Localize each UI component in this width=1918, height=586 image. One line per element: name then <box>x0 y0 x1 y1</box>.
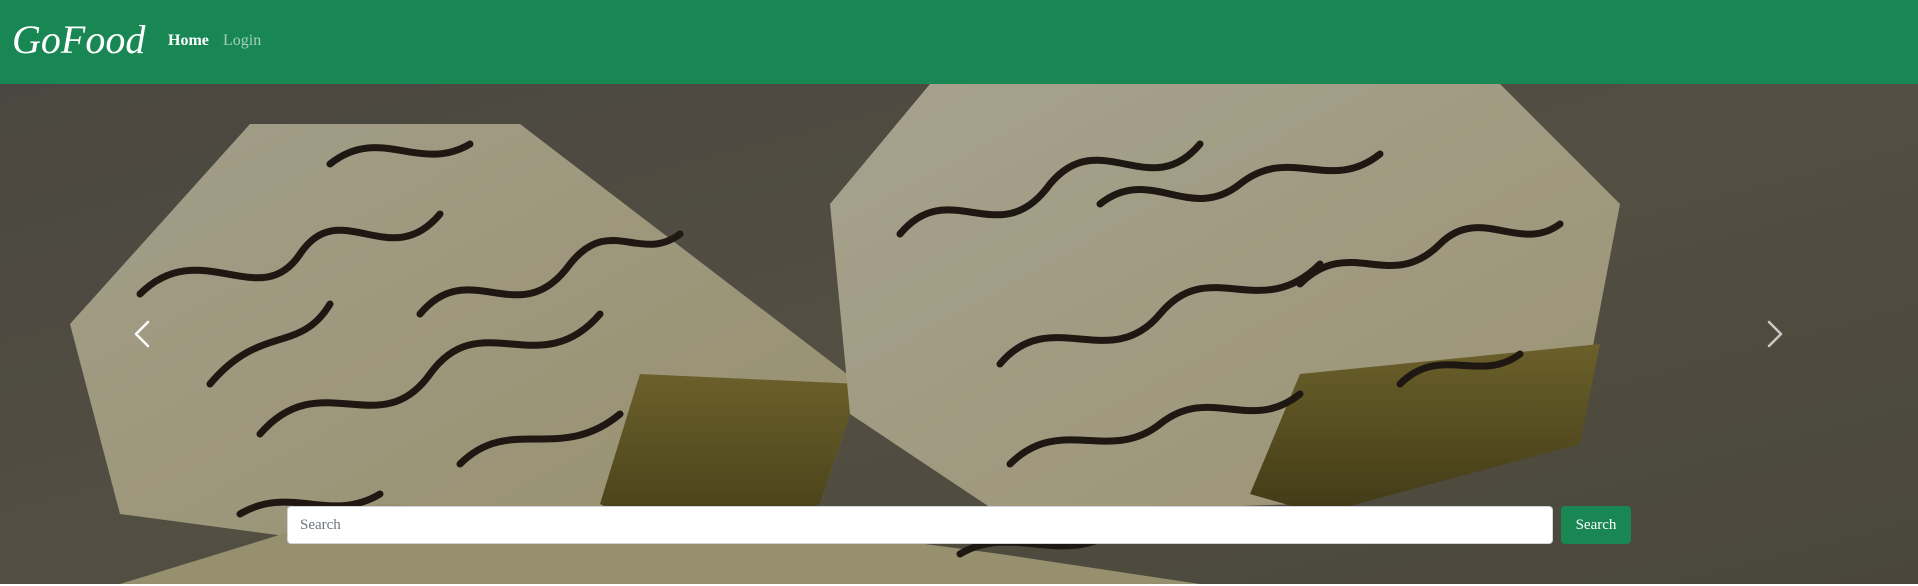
navbar: GoFood Home Login <box>0 0 1918 84</box>
nav-link-login[interactable]: Login <box>223 31 261 51</box>
carousel-next-button[interactable] <box>1675 84 1875 584</box>
carousel-prev-button[interactable] <box>42 84 242 584</box>
chevron-left-icon <box>134 320 150 348</box>
nav-link-home[interactable]: Home <box>168 31 209 51</box>
chevron-right-icon <box>1767 320 1783 348</box>
brand-logo[interactable]: GoFood <box>12 14 145 66</box>
search-button[interactable]: Search <box>1561 506 1631 544</box>
search-form: Search <box>287 506 1631 544</box>
search-input[interactable] <box>287 506 1553 544</box>
